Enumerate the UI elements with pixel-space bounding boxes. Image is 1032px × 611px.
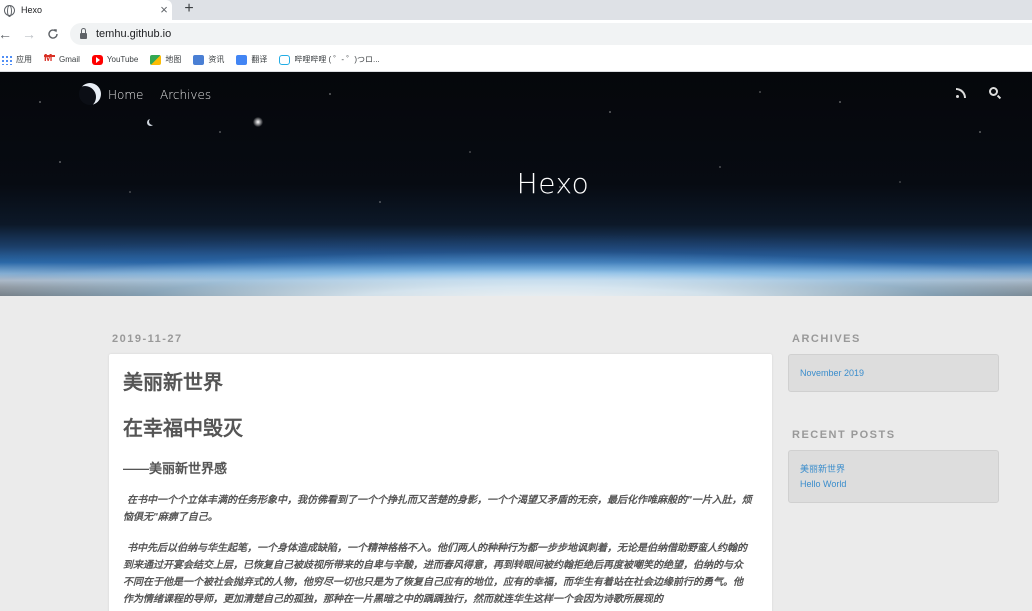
bookmark-label: Gmail (59, 55, 80, 64)
tab-close-button[interactable]: × (156, 3, 172, 17)
bilibili-icon (279, 54, 291, 65)
browser-tab-strip: Hexo × + (0, 0, 1032, 20)
back-button[interactable]: ← (0, 25, 14, 43)
forward-button[interactable]: → (20, 25, 38, 43)
archives-widget: November 2019 (788, 354, 999, 392)
news-icon (193, 54, 205, 65)
address-bar[interactable]: temhu.github.io (70, 23, 1032, 45)
post-title: 美丽新世界 (123, 372, 223, 394)
reload-icon (48, 29, 58, 39)
apps-icon (1, 54, 12, 65)
post-subheading: ——美丽新世界感 (123, 461, 228, 476)
bookmark-label: YouTube (106, 55, 139, 64)
bookmark-news[interactable]: 资讯 (193, 54, 224, 65)
post-date[interactable]: 2019-11-27 (112, 333, 183, 345)
bookmarks-bar: 应用 Gmail YouTube 地图 资讯 翻译 哔哩哔哩 ( ゜- ゜)つロ… (0, 48, 1032, 72)
bookmark-translate[interactable]: 翻译 (236, 54, 267, 65)
url-text: temhu.github.io (96, 28, 172, 40)
search-icon[interactable] (989, 87, 998, 96)
lock-icon (80, 27, 87, 39)
bookmark-maps[interactable]: 地图 (150, 54, 181, 65)
gmail-icon (44, 53, 55, 65)
crescent-moon (149, 118, 156, 125)
bookmark-label: 地图 (165, 55, 182, 64)
site-title[interactable]: Hexo (0, 167, 1032, 200)
recent-posts-widget: 美丽新世界 Hello World (788, 450, 999, 503)
recent-post-link[interactable]: 美丽新世界 (800, 462, 987, 477)
bookmark-gmail[interactable]: Gmail (44, 53, 80, 65)
bookmark-label: 资讯 (208, 55, 225, 64)
nav-archives-link[interactable]: Archives (160, 88, 211, 102)
browser-toolbar: ← → temhu.github.io (0, 20, 1032, 48)
reload-button[interactable] (44, 25, 62, 43)
recent-post-link[interactable]: Hello World (800, 477, 987, 492)
archive-link[interactable]: November 2019 (800, 366, 987, 381)
bookmark-label: 应用 (16, 55, 32, 64)
bookmark-label: 翻译 (251, 55, 268, 64)
archives-widget-title: ARCHIVES (792, 333, 861, 345)
globe-icon (4, 4, 15, 17)
bookmark-bilibili[interactable]: 哔哩哔哩 ( ゜- ゜)つロ... (279, 54, 380, 65)
translate-icon (236, 54, 248, 65)
maps-icon (150, 54, 162, 65)
rss-icon[interactable] (956, 87, 967, 98)
post-heading: 在幸福中毁灭 (123, 418, 243, 440)
youtube-icon (91, 54, 103, 65)
nav-home-link[interactable]: Home (108, 88, 143, 102)
moon-logo-icon[interactable] (79, 83, 101, 105)
article-card: 美丽新世界 在幸福中毁灭 ——美丽新世界感 在书中一个个立体丰满的任务形象中，我… (109, 354, 772, 611)
post-paragraph: 在书中一个个立体丰满的任务形象中，我仿佛看到了一个个挣扎而又苦楚的身影，一个个渴… (123, 495, 752, 523)
recent-posts-widget-title: RECENT POSTS (792, 429, 896, 441)
bookmark-youtube[interactable]: YouTube (91, 54, 139, 65)
new-tab-button[interactable]: + (180, 0, 198, 20)
bookmark-label: 哔哩哔哩 ( ゜- ゜)つロ... (294, 55, 380, 64)
post-paragraph: 书中先后以伯纳与华生起笔，一个身体造成缺陷，一个精神格格不入。他们两人的种种行为… (123, 543, 747, 605)
tab-title: Hexo (21, 5, 43, 15)
bookmark-apps[interactable]: 应用 (1, 54, 32, 65)
browser-tab[interactable]: Hexo × (0, 0, 172, 20)
star (252, 116, 264, 128)
